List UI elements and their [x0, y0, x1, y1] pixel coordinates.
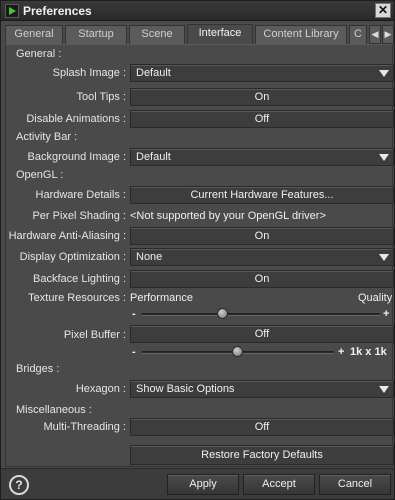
- hardware-features-button[interactable]: Current Hardware Features...: [130, 186, 394, 204]
- splash-image-dropdown[interactable]: Default: [130, 64, 394, 82]
- background-image-dropdown[interactable]: Default: [130, 148, 394, 166]
- window-title: Preferences: [23, 4, 92, 18]
- display-optimization-label: Display Optimization :: [19, 251, 126, 263]
- splash-image-value: Default: [136, 67, 171, 79]
- slider-knob[interactable]: [216, 308, 228, 319]
- apply-button[interactable]: Apply: [167, 474, 239, 495]
- hexagon-label: Hexagon :: [75, 383, 126, 395]
- texture-resources-slider[interactable]: - +: [130, 308, 392, 322]
- disable-animations-label: Disable Animations :: [26, 113, 126, 125]
- disable-animations-toggle[interactable]: Off: [130, 110, 394, 128]
- tab-content-library[interactable]: Content Library: [255, 25, 347, 44]
- title-bar[interactable]: Preferences ✕: [1, 1, 394, 21]
- close-button[interactable]: ✕: [375, 3, 391, 18]
- slider-plus-icon[interactable]: +: [338, 346, 344, 358]
- preferences-window: Preferences ✕ General Startup Scene Inte…: [0, 0, 395, 500]
- section-miscellaneous: Miscellaneous :: [16, 404, 92, 416]
- pixel-buffer-label: Pixel Buffer :: [63, 329, 126, 341]
- restore-factory-defaults-button[interactable]: Restore Factory Defaults: [130, 445, 394, 465]
- accept-button[interactable]: Accept: [243, 474, 315, 495]
- chevron-down-icon: [379, 154, 389, 161]
- slider-track[interactable]: [142, 313, 380, 316]
- texture-quality-label: Quality: [358, 292, 393, 304]
- display-optimization-dropdown[interactable]: None: [130, 248, 394, 266]
- slider-minus-icon[interactable]: -: [132, 308, 136, 320]
- section-activity-bar: Activity Bar :: [16, 131, 78, 143]
- multi-threading-toggle[interactable]: Off: [130, 418, 394, 436]
- texture-resources-label: Texture Resources :: [28, 292, 126, 304]
- backface-lighting-label: Backface Lighting :: [33, 273, 126, 285]
- section-opengl: OpenGL :: [16, 169, 64, 181]
- background-image-value: Default: [136, 151, 171, 163]
- chevron-down-icon: [379, 254, 389, 261]
- tool-tips-toggle[interactable]: On: [130, 88, 394, 106]
- section-bridges: Bridges :: [16, 363, 60, 375]
- per-pixel-shading-label: Per Pixel Shading :: [32, 210, 126, 222]
- tab-bar: General Startup Scene Interface Content …: [5, 24, 394, 44]
- pixel-buffer-slider[interactable]: - + 1k x 1k: [130, 346, 394, 360]
- tool-tips-label: Tool Tips :: [76, 91, 126, 103]
- tab-scroll-right-icon[interactable]: ▶: [382, 25, 394, 44]
- pixel-buffer-size: 1k x 1k: [350, 346, 387, 358]
- background-image-label: Background Image :: [27, 151, 126, 163]
- splash-image-label: Splash Image :: [52, 67, 126, 79]
- slider-knob[interactable]: [232, 346, 243, 357]
- hw-antialiasing-label: Hardware Anti-Aliasing :: [8, 230, 126, 242]
- section-general: General :: [16, 48, 62, 60]
- per-pixel-shading-value: <Not supported by your OpenGL driver>: [130, 210, 326, 222]
- pixel-buffer-toggle[interactable]: Off: [130, 325, 394, 343]
- hexagon-value: Show Basic Options: [136, 383, 235, 395]
- help-icon[interactable]: ?: [9, 475, 29, 495]
- tab-general[interactable]: General: [5, 25, 63, 44]
- multi-threading-label: Multi-Threading :: [43, 421, 126, 433]
- hexagon-dropdown[interactable]: Show Basic Options: [130, 380, 394, 398]
- interface-panel: General : Splash Image : Default Tool Ti…: [5, 44, 394, 467]
- chevron-down-icon: [379, 70, 389, 77]
- tab-interface[interactable]: Interface: [187, 24, 253, 44]
- chevron-down-icon: [379, 386, 389, 393]
- slider-plus-icon[interactable]: +: [383, 308, 389, 320]
- hardware-details-label: Hardware Details :: [35, 189, 126, 201]
- slider-minus-icon[interactable]: -: [132, 346, 136, 358]
- tab-overflow[interactable]: C: [349, 25, 367, 44]
- tab-scene[interactable]: Scene: [129, 25, 185, 44]
- hw-antialiasing-toggle[interactable]: On: [130, 227, 394, 245]
- app-logo-icon: [5, 4, 19, 18]
- dialog-footer: ? Apply Accept Cancel: [1, 468, 394, 499]
- tab-startup[interactable]: Startup: [65, 25, 127, 44]
- display-optimization-value: None: [136, 251, 163, 263]
- cancel-button[interactable]: Cancel: [319, 474, 391, 495]
- texture-performance-label: Performance: [130, 292, 193, 304]
- backface-lighting-toggle[interactable]: On: [130, 270, 394, 288]
- tab-scroll-left-icon[interactable]: ◀: [369, 25, 381, 44]
